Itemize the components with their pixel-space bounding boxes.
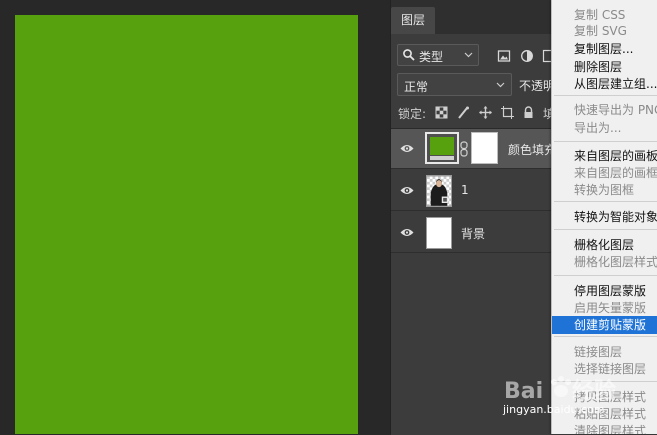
menu-separator — [554, 201, 657, 202]
background-layer-thumbnail[interactable] — [426, 217, 452, 249]
menu-item[interactable]: 转换为图框 — [552, 181, 657, 199]
menu-separator — [554, 275, 657, 276]
lock-position-icon[interactable] — [479, 106, 492, 119]
svg-text:经验: 经验 — [572, 378, 616, 404]
chevron-down-icon — [496, 82, 505, 88]
lock-image-pixels-icon[interactable] — [457, 106, 470, 119]
chevron-down-icon — [464, 52, 473, 58]
menu-separator — [554, 229, 657, 230]
fill-color-swatch — [430, 137, 454, 155]
layer-name: 颜色填充 — [508, 143, 557, 157]
blend-mode-value: 正常 — [404, 80, 429, 94]
menu-separator — [554, 95, 657, 96]
layer-context-menu: 复制 CSS 复制 SVG 复制图层... 删除图层 从图层建立组... 快速导出为 PN… — [551, 0, 657, 434]
color-fill-thumbnail[interactable] — [425, 132, 459, 164]
search-icon — [403, 49, 415, 61]
menu-item[interactable]: 停用图层蒙版 — [552, 282, 657, 300]
visibility-eye-icon[interactable] — [400, 227, 414, 238]
layer-name: 1 — [461, 183, 469, 197]
fill-slider-icon — [430, 156, 454, 160]
menu-separator — [554, 141, 657, 142]
menu-item[interactable]: 转换为智能对象 — [552, 208, 657, 226]
menu-item[interactable]: 栅格化图层 — [552, 236, 657, 254]
menu-item[interactable]: 导出为... — [552, 119, 657, 137]
lock-all-icon[interactable] — [522, 106, 535, 119]
visibility-eye-icon[interactable] — [400, 185, 414, 196]
blend-mode-select[interactable]: 正常 — [397, 73, 512, 96]
menu-item[interactable]: 从图层建立组... — [552, 75, 657, 93]
lock-label: 锁定: — [398, 107, 427, 121]
visibility-eye-icon[interactable] — [400, 143, 414, 154]
svg-text:Bai: Bai — [504, 379, 543, 404]
menu-item[interactable]: 来自图层的画板 — [552, 147, 657, 165]
menu-item[interactable]: 复制图层... — [552, 40, 657, 58]
filter-kind-select[interactable]: 类型 — [397, 44, 479, 66]
filter-kind-value: 类型 — [419, 50, 444, 64]
menu-item[interactable]: 启用矢量蒙版 — [552, 299, 657, 317]
adjustment-filter-icon[interactable] — [520, 49, 534, 63]
document-canvas[interactable] — [15, 15, 358, 434]
menu-item[interactable]: 来自图层的画框 — [552, 164, 657, 182]
tab-layers[interactable]: 图层 — [391, 7, 436, 34]
menu-item[interactable]: 链接图层 — [552, 343, 657, 361]
layer-name: 背景 — [461, 227, 486, 241]
lock-transparent-pixels-icon[interactable] — [435, 106, 448, 119]
photo-layer-thumbnail[interactable] — [426, 175, 452, 207]
menu-item[interactable]: 复制 SVG — [552, 22, 657, 40]
menu-separator — [554, 336, 657, 337]
layer-mask-thumbnail[interactable] — [471, 132, 498, 164]
opacity-label: 不透明 — [519, 79, 556, 93]
menu-item[interactable]: 快速导出为 PNG — [552, 101, 657, 119]
image-filter-icon[interactable] — [497, 49, 511, 63]
menu-item[interactable]: 栅格化图层样式 — [552, 253, 657, 271]
watermark-url: jingyan.baidu.com — [503, 403, 605, 416]
chain-link-icon[interactable] — [460, 141, 468, 157]
menu-item[interactable]: 创建剪贴蒙版 — [552, 316, 657, 334]
menu-item[interactable]: 删除图层 — [552, 58, 657, 76]
canvas-area[interactable] — [0, 0, 390, 434]
lock-artboard-icon[interactable] — [501, 106, 514, 119]
